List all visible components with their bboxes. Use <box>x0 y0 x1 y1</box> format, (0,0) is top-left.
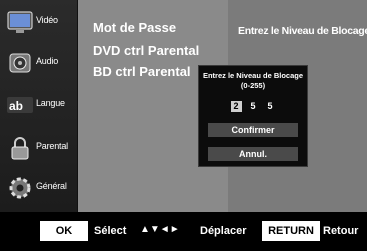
dialog-title-line2: (0-255) <box>240 81 266 90</box>
speaker-icon <box>6 49 34 77</box>
svg-text:ab: ab <box>9 99 23 113</box>
sidebar-item-language[interactable]: ab Langue <box>0 85 77 125</box>
sidebar-item-label: Général <box>36 181 67 191</box>
sidebar-item-label: Vidéo <box>36 15 58 25</box>
bd-parental-control-screen: Vidéo Audio ab Langue Parental Général M… <box>0 0 367 251</box>
sidebar-item-video[interactable]: Vidéo <box>0 2 77 42</box>
dialog-title-line1: Entrez le Niveau de Blocage <box>202 71 304 80</box>
menu-item-password[interactable]: Mot de Passe <box>93 20 176 35</box>
lock-icon <box>6 134 34 162</box>
ok-key: OK <box>40 221 88 241</box>
digit-2[interactable]: 5 <box>248 101 259 112</box>
confirm-button[interactable]: Confirmer <box>208 123 298 137</box>
key-guide-bar: OK Sélect ▲▼◄► Déplacer RETURN Retour <box>0 212 367 251</box>
digit-1[interactable]: 2 <box>230 101 242 112</box>
main-panel: Mot de Passe DVD ctrl Parental BD ctrl P… <box>78 0 367 212</box>
sidebar-item-parental[interactable]: Parental <box>0 128 77 168</box>
digit-entry: 2 5 5 <box>199 101 307 112</box>
video-icon <box>6 8 34 36</box>
digit-3[interactable]: 5 <box>265 101 276 112</box>
sidebar-item-label: Audio <box>36 56 59 66</box>
menu-item-dvd-parental[interactable]: DVD ctrl Parental <box>93 43 199 58</box>
level-prompt: Entrez le Niveau de BlocageB <box>238 25 367 37</box>
gear-icon <box>6 174 34 202</box>
menu-item-bd-parental[interactable]: BD ctrl Parental <box>93 64 191 79</box>
select-label: Sélect <box>94 225 127 237</box>
sidebar-item-audio[interactable]: Audio <box>0 43 77 83</box>
dialog-title: Entrez le Niveau de Blocage (0-255) <box>199 71 307 91</box>
move-label: Déplacer <box>200 225 247 237</box>
return-label: Retour <box>323 225 359 237</box>
sidebar-item-label: Parental <box>36 141 68 151</box>
cancel-button[interactable]: Annul. <box>208 147 298 161</box>
return-key: RETURN <box>262 221 320 241</box>
language-icon: ab <box>6 91 34 119</box>
arrow-keys-icon: ▲▼◄► <box>140 224 180 235</box>
sidebar-item-label: Langue <box>36 98 65 108</box>
level-entry-dialog: Entrez le Niveau de Blocage (0-255) 2 5 … <box>198 65 308 167</box>
settings-sidebar: Vidéo Audio ab Langue Parental Général <box>0 0 78 212</box>
sidebar-item-general[interactable]: Général <box>0 168 77 208</box>
